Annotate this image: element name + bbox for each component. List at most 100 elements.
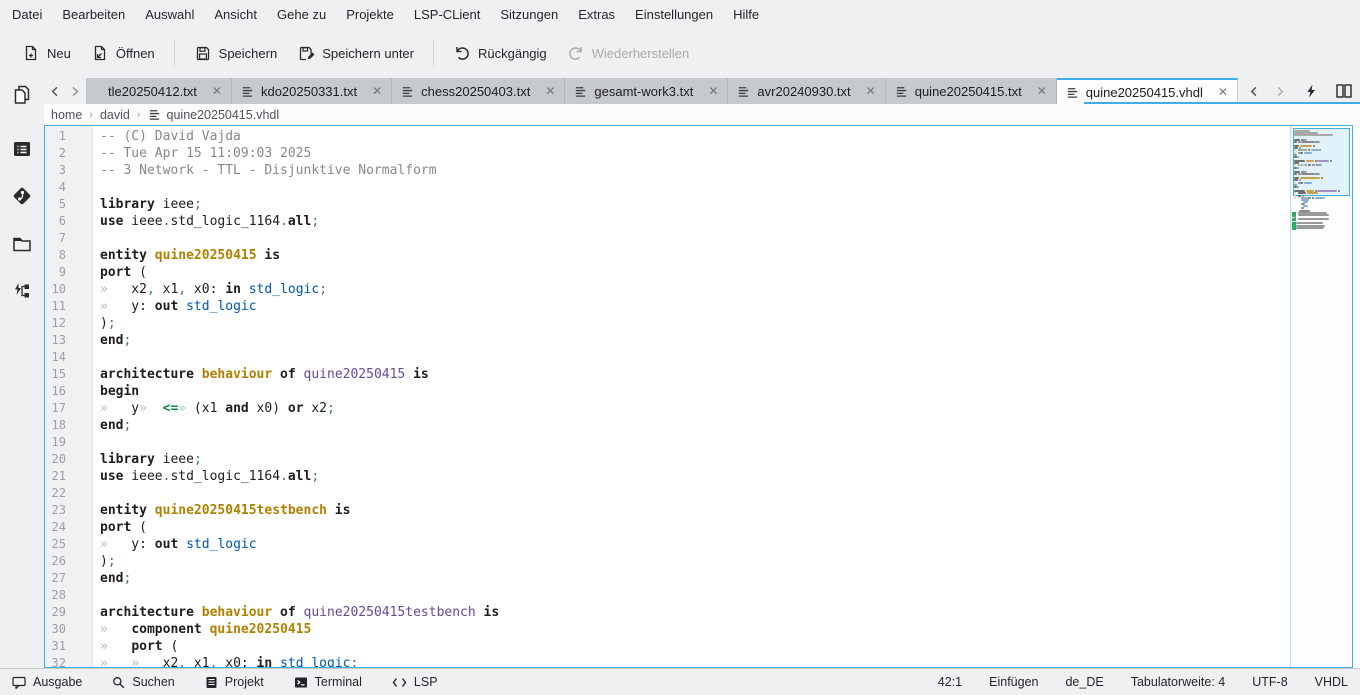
tab-quine20250415.vhdl[interactable]: quine20250415.vhdl✕: [1057, 78, 1238, 104]
save-button[interactable]: Speichern: [184, 37, 288, 69]
undo-button[interactable]: Rückgängig: [443, 37, 557, 69]
split-view-icon[interactable]: [1336, 84, 1352, 98]
code-token: quine20250415: [155, 248, 257, 263]
new-button[interactable]: Neu: [12, 37, 81, 69]
code-token: ;: [123, 571, 131, 586]
save-as-button[interactable]: Speichern unter: [287, 37, 424, 69]
line-number: 16: [45, 383, 92, 400]
open-button[interactable]: Öffnen: [81, 37, 165, 69]
tab-close-button[interactable]: ✕: [708, 85, 718, 97]
code-line: end;: [100, 417, 1290, 434]
code-token: y: [108, 401, 139, 416]
panel-button-output[interactable]: Ausgabe: [12, 675, 82, 689]
minimap-line: [1304, 182, 1312, 184]
tab-avr20240930.txt[interactable]: avr20240930.txt✕: [728, 78, 885, 104]
code-token: std_logic_1164: [170, 214, 280, 229]
tab-gesamt-work3.txt[interactable]: gesamt-work3.txt✕: [565, 78, 728, 104]
code-token: ): [100, 316, 108, 331]
code-token: <=: [163, 401, 179, 416]
tab-close-button[interactable]: ✕: [372, 85, 382, 97]
tab-scroll-right-icon[interactable]: [68, 85, 81, 98]
code-token: end: [100, 571, 123, 586]
status-cursor-position[interactable]: 42:1: [938, 675, 962, 689]
code-token: x0:: [217, 656, 248, 667]
panel-button-terminal[interactable]: Terminal: [294, 675, 362, 689]
menu-item-hilfe[interactable]: Hilfe: [723, 0, 769, 30]
panel-button-label: Projekt: [225, 675, 264, 689]
code-token: ;: [108, 554, 116, 569]
tab-close-button[interactable]: ✕: [1037, 85, 1047, 97]
menu-item-bearbeiten[interactable]: Bearbeiten: [52, 0, 135, 30]
code-token: library: [100, 197, 155, 212]
code-token: .: [280, 214, 288, 229]
document-icon: [895, 85, 908, 98]
breadcrumb-segment-david[interactable]: david: [100, 108, 130, 122]
status-insert-mode[interactable]: Einfügen: [989, 675, 1038, 689]
line-number: 25: [45, 536, 92, 553]
document-icon: [148, 108, 161, 121]
quick-open-icon[interactable]: [1304, 84, 1318, 98]
tab-close-button[interactable]: ✕: [866, 85, 876, 97]
sidebar-item-filesystem[interactable]: [9, 231, 35, 257]
code-line: [100, 230, 1290, 247]
editor[interactable]: 1234567891011121314151617181920212223242…: [44, 125, 1353, 668]
menu-item-projekte[interactable]: Projekte: [336, 0, 404, 30]
tab-close-button[interactable]: ✕: [212, 85, 222, 97]
symbols-flash-icon: [11, 280, 33, 302]
menu-item-extras[interactable]: Extras: [568, 0, 625, 30]
minimap-scrollbar[interactable]: [1290, 126, 1352, 667]
tab-chess20250403.txt[interactable]: chess20250403.txt✕: [392, 78, 565, 104]
code-token: ;: [194, 197, 202, 212]
redo-button[interactable]: Wiederherstellen: [557, 37, 700, 69]
sidebar-item-documents[interactable]: [9, 82, 35, 108]
code-token: std_logic_1164: [170, 469, 280, 484]
breadcrumb-file[interactable]: quine20250415.vhdl: [148, 108, 280, 122]
panel-button-project[interactable]: Projekt: [205, 675, 264, 689]
tab-close-button[interactable]: ✕: [1218, 86, 1228, 98]
panel-button-lsp[interactable]: LSP: [392, 675, 438, 689]
tab-scroll-left-icon[interactable]: [49, 85, 62, 98]
minimap-line: [1296, 227, 1324, 229]
menu-item-einstellungen[interactable]: Einstellungen: [625, 0, 723, 30]
sidebar-item-document-list[interactable]: [9, 136, 35, 162]
code-token: x2: [139, 656, 178, 667]
tab-tle20250412.txt[interactable]: tle20250412.txt✕: [86, 78, 232, 104]
menu-item-gehe-zu[interactable]: Gehe zu: [267, 0, 336, 30]
panel-button-search[interactable]: Suchen: [112, 675, 174, 689]
status-encoding[interactable]: UTF-8: [1252, 675, 1287, 689]
breadcrumb-segment-home[interactable]: home: [51, 108, 82, 122]
status-tab-width[interactable]: Tabulatorweite: 4: [1131, 675, 1226, 689]
menu-item-lsp-client[interactable]: LSP-CLient: [404, 0, 490, 30]
status-syntax-mode[interactable]: VHDL: [1315, 675, 1348, 689]
history-back-icon[interactable]: [1248, 85, 1261, 98]
line-number: 29: [45, 604, 92, 621]
menu-item-sitzungen[interactable]: Sitzungen: [490, 0, 568, 30]
tab-scroll-buttons: [44, 78, 86, 104]
history-forward-icon[interactable]: [1273, 85, 1286, 98]
code-area[interactable]: -- (C) David Vajda-- Tue Apr 15 11:09:03…: [93, 126, 1290, 667]
sidebar-item-git[interactable]: [9, 183, 35, 209]
output-bubble-icon: [12, 676, 26, 689]
tab-kdo20250331.txt[interactable]: kdo20250331.txt✕: [232, 78, 392, 104]
line-number: 18: [45, 417, 92, 434]
line-number: 8: [45, 247, 92, 264]
status-dictionary[interactable]: de_DE: [1065, 675, 1103, 689]
tab-close-button[interactable]: ✕: [545, 85, 555, 97]
menu-item-auswahl[interactable]: Auswahl: [135, 0, 204, 30]
code-line: port (: [100, 264, 1290, 281]
code-token: use: [100, 469, 123, 484]
code-line: architecture behaviour of quine20250415 …: [100, 366, 1290, 383]
line-number: 17: [45, 400, 92, 417]
menu-item-datei[interactable]: Datei: [2, 0, 52, 30]
minimap-line: [1297, 186, 1299, 188]
menu-item-ansicht[interactable]: Ansicht: [204, 0, 267, 30]
minimap-line: [1298, 218, 1330, 220]
code-token: y:: [108, 299, 147, 314]
code-token: in: [217, 282, 248, 297]
tab-quine20250415.txt[interactable]: quine20250415.txt✕: [886, 78, 1057, 104]
minimap-line: [1294, 141, 1297, 143]
minimap-line: [1300, 182, 1303, 184]
sidebar-item-symbols[interactable]: [9, 278, 35, 304]
code-line: » » x2, x1, x0: in std_logic;: [100, 655, 1290, 667]
code-token: ;: [319, 282, 327, 297]
